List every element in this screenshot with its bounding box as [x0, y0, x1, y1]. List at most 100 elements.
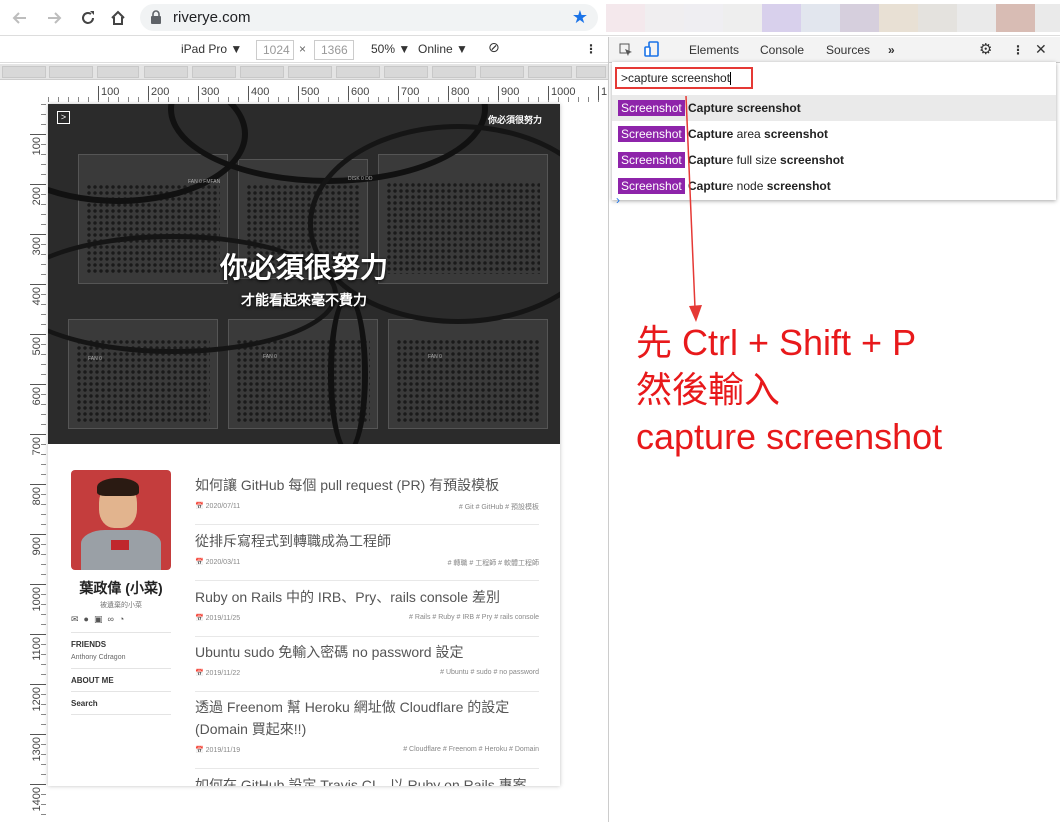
ruler-tick [288, 97, 289, 102]
back-icon[interactable] [8, 6, 32, 30]
media-query-segment[interactable] [480, 66, 524, 78]
media-query-bar[interactable] [0, 64, 608, 80]
ruler-tick [41, 674, 46, 675]
post-item[interactable]: 從排斥寫程式到轉職成為工程師 📅 2020/03/11 # 轉職 # 工程師 # 軟… [195, 530, 539, 572]
link-icon[interactable]: ∞ [108, 614, 114, 625]
media-query-segment[interactable] [192, 66, 236, 78]
media-query-segment[interactable] [336, 66, 380, 78]
media-query-segment[interactable] [288, 66, 332, 78]
post-item[interactable]: Ruby on Rails 中的 IRB、Pry、rails console 差… [195, 586, 539, 628]
github-icon[interactable]: ● [84, 614, 89, 625]
extension-icon[interactable] [957, 4, 996, 32]
post-title[interactable]: Ubuntu sudo 免輸入密碼 no password 設定 [195, 641, 539, 663]
ruler-tick [438, 97, 439, 102]
devtools-menu-icon[interactable]: ⋮ [1012, 43, 1024, 57]
more-tabs-icon[interactable]: » [888, 43, 895, 57]
extension-icon[interactable] [645, 4, 684, 32]
device-select[interactable]: iPad Pro ▼ [181, 42, 242, 56]
bookmark-star-icon[interactable]: ★ [572, 7, 588, 28]
extension-icon[interactable] [801, 4, 840, 32]
reload-icon[interactable] [76, 6, 100, 30]
forward-icon[interactable] [42, 6, 66, 30]
menu-toggle-icon[interactable]: > [57, 111, 70, 124]
ruler-tick [41, 814, 46, 815]
post-divider [195, 768, 539, 769]
ruler-label: 100 [30, 134, 46, 155]
horizontal-ruler: 100 200 300 400 500 600 700 800 900 1000 1 [0, 84, 608, 102]
media-query-segment[interactable] [432, 66, 476, 78]
extension-icon[interactable] [684, 4, 723, 32]
ruler-label: 800 [448, 86, 469, 100]
post-tags[interactable]: # Cloudflare # Freenom # Heroku # Domain [403, 746, 539, 753]
facebook-icon[interactable]: ▣ [94, 614, 103, 625]
ruler-label: 200 [148, 86, 169, 100]
post-date: 📅 2020/03/11 [195, 559, 241, 566]
email-icon[interactable]: ✉ [71, 614, 79, 625]
ruler-label: 600 [348, 86, 369, 100]
media-query-segment[interactable] [528, 66, 572, 78]
tab-sources[interactable]: Sources [826, 43, 870, 57]
browser-toolbar: riverye.com ★ [0, 0, 1060, 36]
ruler-label: 400 [30, 284, 46, 305]
post-title[interactable]: 如何在 GitHub 設定 Travis CI，以 Ruby on Rails … [195, 774, 539, 786]
ruler-label: 900 [30, 534, 46, 555]
ruler-label: 1100 [30, 634, 46, 661]
annotation-arrow [685, 95, 702, 322]
post-tags[interactable]: # Rails # Ruby # IRB # Pry # rails conso… [409, 614, 539, 621]
close-icon[interactable]: ✕ [1035, 41, 1047, 58]
tab-console[interactable]: Console [760, 43, 804, 57]
post-title[interactable]: 如何讓 GitHub 每個 pull request (PR) 有預設模板 [195, 474, 539, 496]
author-avatar [71, 470, 171, 570]
extension-icon[interactable] [840, 4, 879, 32]
throttle-select[interactable]: Online ▼ [418, 42, 468, 56]
post-item[interactable]: 如何在 GitHub 設定 Travis CI，以 Ruby on Rails … [195, 774, 539, 786]
extension-icon[interactable] [606, 4, 645, 32]
search-link[interactable]: Search [71, 699, 98, 708]
zoom-select[interactable]: 50% ▼ [371, 42, 410, 56]
ruler-label: 600 [30, 384, 46, 405]
tab-elements[interactable]: Elements [689, 43, 739, 57]
post-tags[interactable]: # Git # GitHub # 預設模板 [459, 502, 539, 512]
inspect-element-icon[interactable] [619, 43, 633, 60]
friends-list[interactable]: Anthony Cdragon [71, 654, 125, 661]
media-query-segment[interactable] [97, 66, 139, 78]
extension-icon[interactable] [762, 4, 801, 32]
command-input[interactable]: >capture screenshot [615, 67, 753, 89]
ruler-tick [388, 97, 389, 102]
extension-icon[interactable] [1035, 4, 1060, 32]
post-tags[interactable]: # 轉職 # 工程師 # 軟體工程師 [448, 558, 539, 568]
post-tags[interactable]: # Ubuntu # sudo # no password [440, 669, 539, 676]
rss-icon[interactable]: ◔ [119, 614, 124, 625]
media-query-segment[interactable] [384, 66, 428, 78]
about-me-link[interactable]: ABOUT ME [71, 676, 114, 685]
ruler-label: 900 [498, 86, 519, 100]
post-item[interactable]: 如何讓 GitHub 每個 pull request (PR) 有預設模板 📅 2… [195, 474, 539, 516]
post-item[interactable]: Ubuntu sudo 免輸入密碼 no password 設定 📅 2019/1… [195, 641, 539, 683]
extension-icon[interactable] [996, 4, 1035, 32]
social-links: ✉ ● ▣ ∞ ◔ [71, 614, 124, 625]
more-options-icon[interactable]: ⋮ [585, 42, 597, 56]
url-text: riverye.com [173, 9, 251, 26]
post-title[interactable]: 從排斥寫程式到轉職成為工程師 [195, 530, 539, 552]
post-title[interactable]: Ruby on Rails 中的 IRB、Pry、rails console 差… [195, 586, 539, 608]
settings-gear-icon[interactable]: ⚙ [979, 40, 992, 58]
media-query-segment[interactable] [240, 66, 284, 78]
media-query-segment[interactable] [49, 66, 93, 78]
extension-icon[interactable] [918, 4, 957, 32]
media-query-segment[interactable] [2, 66, 46, 78]
media-query-segment[interactable] [576, 66, 606, 78]
ruler-tick [538, 97, 539, 102]
width-input[interactable]: 1024 [256, 40, 294, 60]
device-toggle-icon[interactable] [644, 40, 660, 61]
post-title[interactable]: 透過 Freenom 幫 Heroku 網址做 Cloudflare 的設定 (… [195, 696, 539, 740]
ruler-tick [41, 564, 46, 565]
address-bar[interactable]: riverye.com ★ [140, 4, 598, 31]
height-input[interactable]: 1366 [314, 40, 354, 60]
site-brand-link[interactable]: 你必須很努力 [488, 113, 542, 126]
media-query-segment[interactable] [144, 66, 188, 78]
rotate-icon[interactable]: ⊘ [488, 39, 500, 56]
extension-icon[interactable] [723, 4, 762, 32]
post-item[interactable]: 透過 Freenom 幫 Heroku 網址做 Cloudflare 的設定 (… [195, 696, 539, 760]
extension-icon[interactable] [879, 4, 918, 32]
home-icon[interactable] [106, 6, 130, 30]
